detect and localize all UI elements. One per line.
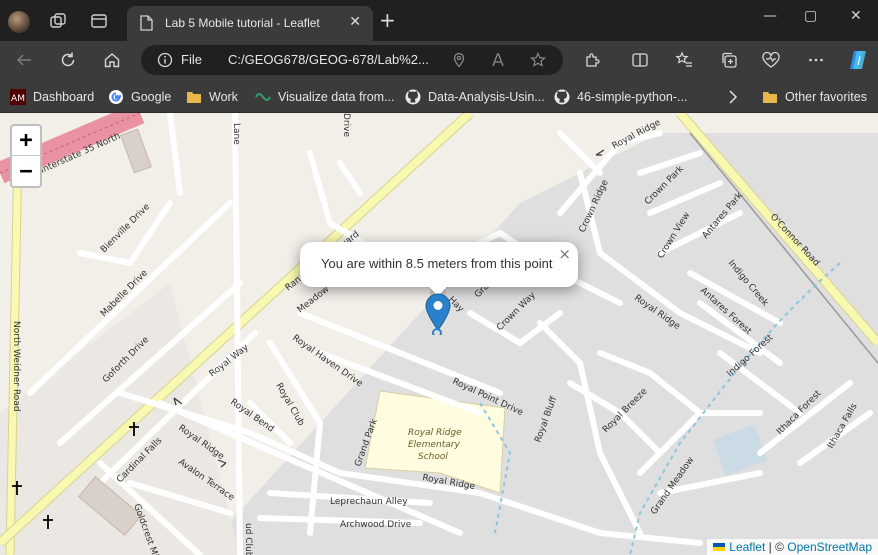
maximize-button[interactable]: ▢ [804,8,817,24]
label-drive: Drive [341,113,351,137]
favorite-star-icon[interactable] [530,52,546,72]
zoom-control: + − [10,124,42,188]
map-attribution: Leaflet | © OpenStreetMap [707,539,878,555]
label-ud-club: ud Club [243,523,253,555]
popup-text: You are within 8.5 meters from this poin… [321,256,553,271]
bookmark-dashboard[interactable]: AM Dashboard [10,88,94,106]
folder-icon [762,89,778,105]
tab-title: Lab 5 Mobile tutorial - Leaflet [165,16,320,30]
label-meadow: Meadow [296,284,332,315]
tamu-icon: AM [10,89,26,105]
extensions-icon[interactable] [582,50,602,70]
bookmark-python[interactable]: 46-simple-python-... [554,88,687,106]
active-tab[interactable]: Lab 5 Mobile tutorial - Leaflet ✕ [127,6,373,41]
page-icon [140,15,153,35]
home-icon[interactable] [102,50,122,70]
address-url[interactable]: C:/GEOG678/GEOG-678/Lab%2... [228,52,429,67]
github-icon [554,89,570,105]
browser-toolbar: File C:/GEOG678/GEOG-678/Lab%2... [0,41,878,79]
bookmark-data-analysis[interactable]: Data-Analysis-Usin... [405,88,545,106]
favorites-bar: AM Dashboard Google Work Visualize data … [0,79,878,113]
browser-essentials-icon[interactable] [761,50,781,70]
svg-text:AM: AM [11,94,25,104]
location-popup: You are within 8.5 meters from this poin… [300,242,578,296]
back-arrow-icon[interactable] [14,50,34,70]
label-archwood: Archwood Drive [340,520,412,530]
address-scheme: File [181,52,202,67]
folder-icon [186,89,202,105]
bookmark-google[interactable]: Google [108,88,171,106]
collections-icon[interactable] [719,50,739,70]
attribution-separator: | © [765,540,788,554]
tab-close-icon[interactable]: ✕ [349,14,361,30]
copilot-icon[interactable] [846,48,870,72]
label-lane: Lane [231,123,241,145]
ukraine-flag-icon [713,543,726,551]
leaflet-map[interactable]: Interstate 35 North Royal Ridge Crown Pa… [0,113,878,555]
link-icon [255,89,271,105]
info-icon[interactable] [157,52,173,72]
split-screen-icon[interactable] [630,50,650,70]
label-royal-haven: Royal Haven Drive [290,333,364,389]
location-marker-icon[interactable] [425,293,451,335]
label-north-weidner: North Weidner Road [11,321,21,412]
location-icon[interactable] [451,52,467,72]
profile-avatar[interactable] [8,11,30,33]
more-menu-icon[interactable] [806,50,826,70]
label-bienville: Bienville Drive [99,202,152,255]
refresh-icon[interactable] [58,50,78,70]
osm-link[interactable]: OpenStreetMap [787,540,872,554]
bookmark-work[interactable]: Work [186,88,238,106]
label-school-3: School [418,452,448,462]
new-tab-button[interactable]: + [379,10,396,30]
bookmark-other-favorites[interactable]: Other favorites [762,88,867,106]
label-school-1: Royal Ridge [408,428,462,438]
bookmark-visualize[interactable]: Visualize data from... [255,88,395,106]
label-school-2: Elementary [408,440,460,450]
zoom-in-button[interactable]: + [12,126,40,156]
vertical-tabs-icon[interactable] [89,11,109,31]
leaflet-link[interactable]: Leaflet [729,540,765,554]
minimize-button[interactable]: — [763,8,777,24]
close-window-button[interactable]: ✕ [850,8,862,24]
google-icon [108,89,124,105]
tab-strip: Lab 5 Mobile tutorial - Leaflet ✕ + — ▢ … [0,0,878,41]
zoom-out-button[interactable]: − [12,156,40,186]
favorites-icon[interactable] [674,50,694,70]
bookmarks-overflow-chevron-icon[interactable] [728,88,738,106]
address-bar[interactable]: File C:/GEOG678/GEOG-678/Lab%2... [141,45,563,75]
workspaces-icon[interactable] [48,11,68,31]
github-icon [405,89,421,105]
label-leprechaun: Leprechaun Alley [330,497,408,507]
read-aloud-icon[interactable] [491,52,507,72]
popup-close-button[interactable]: × [558,245,571,263]
